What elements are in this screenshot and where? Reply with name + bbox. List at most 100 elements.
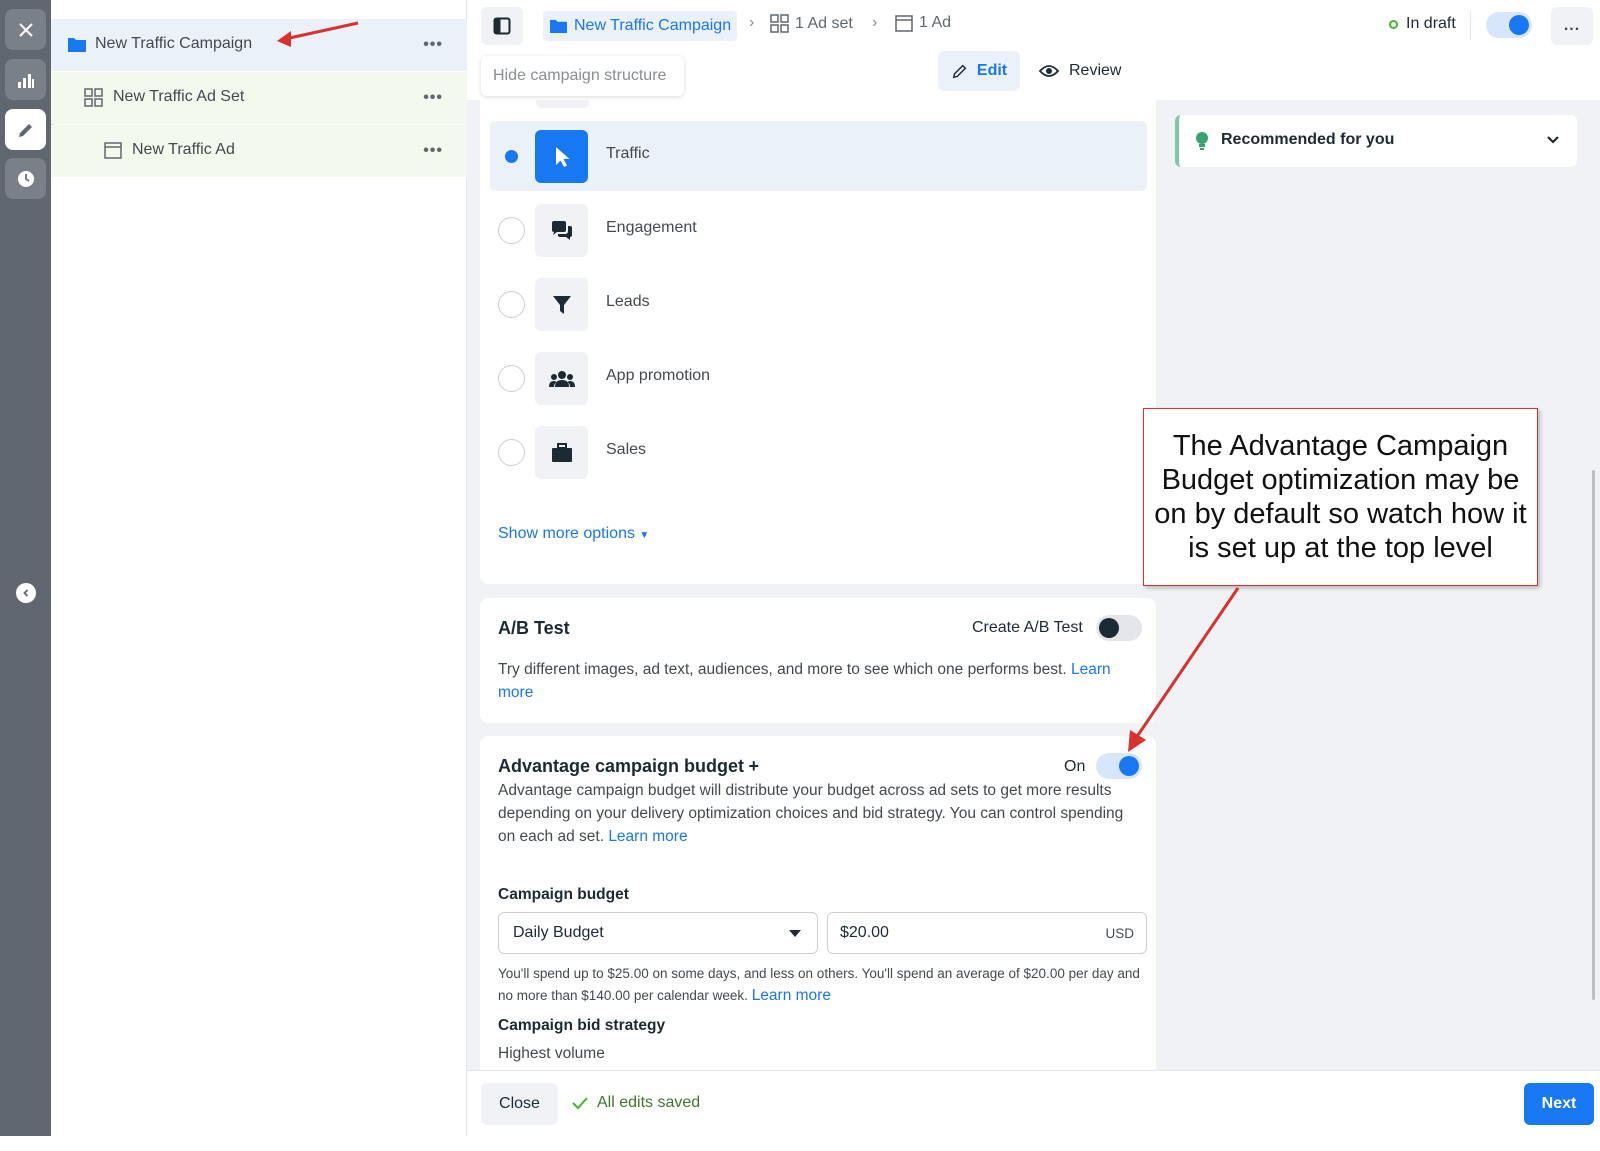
red-arrow-annotation [277,21,359,47]
bid-strategy-title: Campaign bid strategy [498,1017,666,1034]
recommended-panel[interactable]: Recommended for you [1175,115,1577,167]
chat-bubbles-icon [535,204,588,257]
budget-amount-input[interactable]: $20.00 USD [827,912,1147,954]
recommended-label: Recommended for you [1221,131,1395,148]
top-bar: New Traffic Campaign › 1 Ad set › 1 Ad I… [467,0,1600,52]
chevron-right-icon: › [749,14,755,31]
budget-amount-value: $20.00 [840,924,889,941]
campaign-on-toggle[interactable] [1486,12,1532,38]
budget-learn-more-link[interactable]: Learn more [752,987,831,1004]
ad-window-icon [895,14,913,32]
eye-icon [1039,65,1059,77]
sidebar-panel-icon [493,17,511,35]
breadcrumb-ad[interactable]: 1 Ad [895,14,951,32]
saved-label: All edits saved [597,1094,701,1111]
annotation-callout: The Advantage Campaign Budget optimizati… [1143,408,1538,586]
budget-type-value: Daily Budget [513,924,604,941]
chevron-right-icon: › [872,14,878,31]
show-more-options-link[interactable]: Show more options ▼ [498,525,649,543]
bar-chart-icon [17,73,34,88]
caret-down-icon [789,930,801,937]
annotation-arrow [1128,587,1240,752]
learn-more-word-2: more [498,684,534,701]
clock-icon [17,170,34,187]
campaign-budget-title: Campaign budget [498,886,629,903]
pencil-icon [952,64,967,79]
learn-more-word-1: Learn [1070,661,1111,678]
adset-more-icon[interactable]: ••• [423,89,443,107]
close-button[interactable]: Close [481,1083,558,1125]
app-promotion-radio[interactable] [498,365,525,392]
ab-test-title: A/B Test [498,618,570,638]
chevron-down-icon [1547,136,1559,144]
footer-bar: Close All edits saved Next [467,1070,1600,1136]
breadcrumb-adset-label: 1 Ad set [795,14,853,32]
objective-app-promotion[interactable]: App promotion [490,343,1147,413]
objective-engagement[interactable]: Engagement [490,195,1147,265]
breadcrumb-campaign[interactable]: New Traffic Campaign [543,11,738,41]
sales-radio[interactable] [498,439,525,466]
more-options-button[interactable]: ... [1551,7,1593,45]
objective-leads-label: Leads [606,293,650,310]
chevron-left-icon [23,589,29,597]
tree-item-ad[interactable]: New Traffic Ad ••• [51,125,467,177]
ab-test-description: Try different images, ad text, audiences… [498,658,1138,704]
folder-icon [68,38,86,52]
engagement-radio[interactable] [498,217,525,244]
review-label: Review [1069,62,1122,79]
objective-leads[interactable]: Leads [490,269,1147,339]
objective-engagement-label: Engagement [606,219,697,236]
history-button[interactable] [5,158,46,199]
scrollbar-thumb[interactable] [1592,470,1595,1000]
saved-status: All edits saved [571,1094,700,1112]
edit-tab-button[interactable]: Edit [938,51,1020,91]
advantage-title-row: Advantage campaign budget + [498,756,759,777]
objective-sales-label: Sales [606,441,647,458]
ab-test-card: A/B Test Create A/B Test Try different i… [480,598,1156,723]
objective-traffic[interactable]: Traffic [490,121,1147,191]
ad-more-icon[interactable]: ••• [423,142,443,160]
close-icon [18,22,33,37]
advantage-description-text: Advantage campaign budget will distribut… [498,782,1124,845]
bid-strategy-value: Highest volume [498,1045,605,1062]
left-rail [0,0,51,1136]
advantage-learn-more-link[interactable]: Learn more [608,828,687,845]
traffic-radio[interactable] [498,143,525,170]
advantage-title: Advantage campaign budget [498,756,745,776]
currency-label: USD [1105,926,1134,941]
budget-type-select[interactable]: Daily Budget [498,912,818,954]
checkmark-icon [572,1097,588,1110]
advantage-toggle-label: On [1064,758,1086,775]
briefcase-icon [535,426,588,479]
objective-traffic-label: Traffic [606,145,650,162]
breadcrumb-campaign-label: New Traffic Campaign [574,17,732,34]
grid-icon [84,88,103,107]
edit-mode-button[interactable] [5,109,46,150]
tree-item-adset[interactable]: New Traffic Ad Set ••• [51,72,467,124]
review-tab-button[interactable]: Review [1039,51,1121,91]
grid-icon [770,14,789,33]
objective-app-promotion-label: App promotion [606,367,711,384]
show-more-label: Show more options [498,525,635,542]
toggle-structure-button[interactable] [481,7,523,45]
next-button[interactable]: Next [1524,1083,1594,1125]
tree-ad-label: New Traffic Ad [132,141,235,158]
close-editor-button[interactable] [5,9,46,50]
advantage-budget-toggle[interactable] [1096,753,1142,779]
hide-structure-tooltip: Hide campaign structure [481,56,684,96]
reporting-button[interactable] [5,59,46,100]
funnel-icon [535,278,588,331]
leads-radio[interactable] [498,291,525,318]
objective-sales[interactable]: Sales [490,417,1147,487]
status-label: In draft [1406,15,1456,32]
create-ab-test-label: Create A/B Test [972,619,1083,636]
folder-icon [550,19,567,34]
tree-item-campaign[interactable]: New Traffic Campaign ••• [51,19,467,71]
campaign-more-icon[interactable]: ••• [423,36,443,54]
caret-down-icon: ▼ [639,530,650,541]
advantage-description: Advantage campaign budget will distribut… [498,779,1143,848]
breadcrumb-adset[interactable]: 1 Ad set [770,14,853,33]
tree-adset-label: New Traffic Ad Set [113,88,245,105]
collapse-rail-button[interactable] [16,583,36,603]
breadcrumb-ad-label: 1 Ad [919,14,952,31]
